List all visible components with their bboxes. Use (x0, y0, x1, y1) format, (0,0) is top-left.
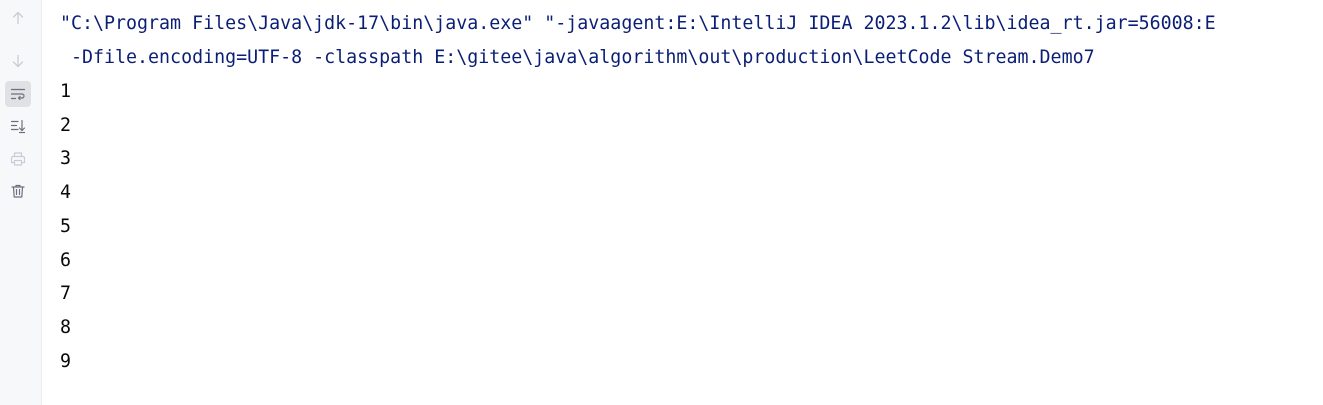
up-arrow-icon (12, 11, 24, 25)
next-occurrence-button[interactable] (5, 48, 31, 74)
trash-icon (11, 184, 25, 198)
run-console-window: "C:\Program Files\Java\jdk-17\bin\java.e… (0, 0, 1323, 405)
soft-wrap-button[interactable] (5, 81, 31, 107)
output-line: 4 (60, 182, 72, 203)
previous-occurrence-button[interactable] (5, 5, 31, 31)
clear-all-button[interactable] (5, 178, 31, 204)
print-button[interactable] (5, 146, 31, 172)
scroll-to-end-button[interactable] (5, 113, 31, 139)
down-arrow-icon (12, 54, 24, 68)
output-line: 2 (60, 115, 72, 136)
output-line: 3 (60, 148, 72, 169)
scroll-to-end-icon (10, 119, 26, 134)
output-line: 9 (60, 351, 72, 372)
output-line: 7 (60, 283, 72, 304)
output-line: 1 (60, 81, 72, 102)
soft-wrap-icon (10, 88, 26, 101)
output-line: 8 (60, 317, 72, 338)
print-icon (10, 152, 26, 166)
output-line: 6 (60, 250, 72, 271)
command-line-continuation: -Dfile.encoding=UTF-8 -classpath E:\gite… (60, 47, 1095, 68)
console-toolbar (0, 0, 42, 405)
console-output-area[interactable]: "C:\Program Files\Java\jdk-17\bin\java.e… (42, 0, 1323, 405)
output-line: 5 (60, 216, 72, 237)
command-line: "C:\Program Files\Java\jdk-17\bin\java.e… (60, 13, 1216, 34)
